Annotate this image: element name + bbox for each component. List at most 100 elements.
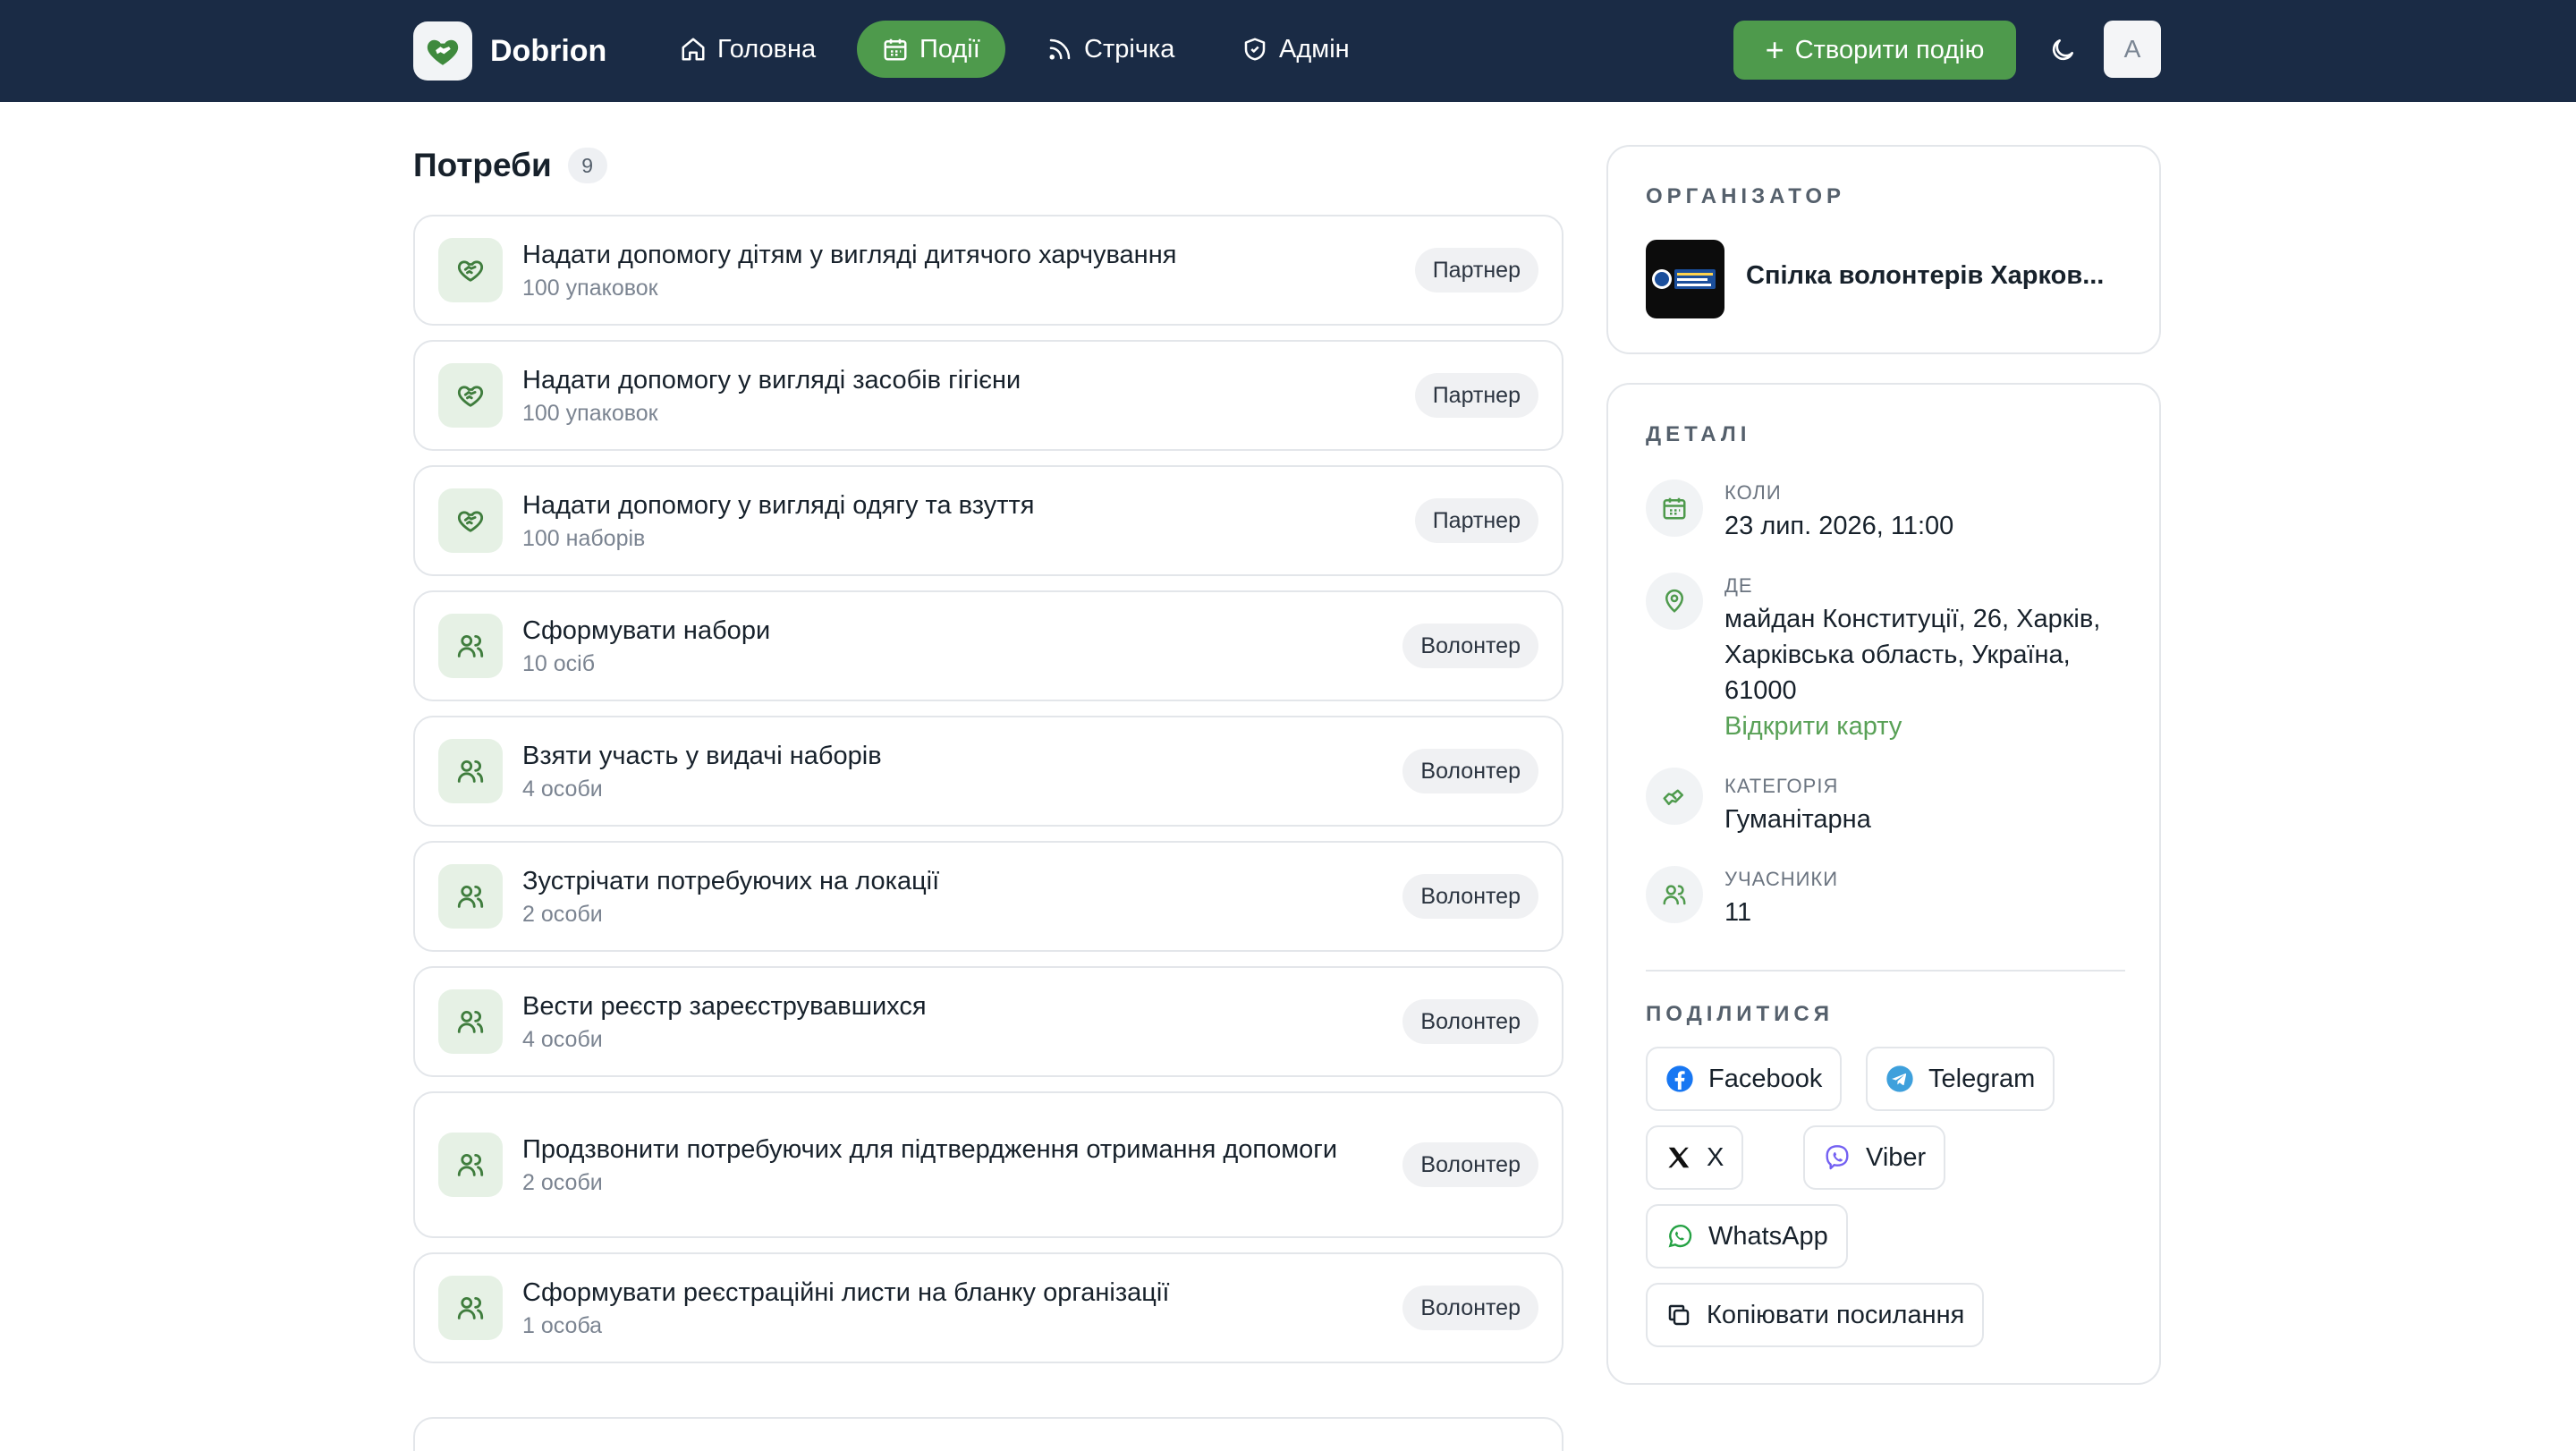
need-text: Надати допомогу у вигляді засобів гігієн… [522,362,1338,429]
map-pin-icon [1646,573,1703,630]
theme-toggle-button[interactable] [2041,29,2084,72]
need-role-badge: Волонтер [1402,1142,1538,1187]
nav-events-label: Події [919,34,980,64]
need-role-badge: Партнер [1414,248,1538,293]
brand[interactable]: Dobrion [413,21,606,81]
participants-key: УЧАСНИКИ [1724,868,1839,890]
share-whatsapp-button[interactable]: WhatsApp [1646,1204,1848,1269]
where-value-block: майдан Конституції, 26, Харків, Харківсь… [1724,601,2136,744]
need-card[interactable]: Надати допомогу у вигляді засобів гігієн… [413,340,1563,451]
share-label: ПОДІЛИТИСЯ [1646,1002,1834,1026]
need-role-badge: Партнер [1414,498,1538,543]
category-key: КАТЕГОРІЯ [1724,775,1839,797]
need-title: Взяти участь у видачі наборів [522,742,882,770]
nav-home-label: Головна [717,34,817,64]
share-whatsapp-label: WhatsApp [1708,1221,1828,1251]
organizer-logo[interactable] [1646,240,1724,318]
need-text: Взяти участь у видачі наборів 4 особи [522,738,1338,804]
needs-title: Потреби [413,147,552,183]
details-divider [1646,970,2125,972]
need-role-badge: Партнер [1414,373,1538,418]
need-card[interactable]: Зустрічати потребуючих на локації 2 особи… [413,841,1563,952]
category-icon [1646,768,1703,825]
need-card[interactable]: Сформувати набори 10 осіб Волонтер [413,590,1563,701]
share-facebook-button[interactable]: Facebook [1646,1047,1843,1111]
calendar-icon [1646,479,1703,537]
where-key: ДЕ [1724,574,1753,597]
need-title: Вести реєстр зареєструвавшихся [522,992,927,1021]
nav-admin-label: Адмін [1279,34,1350,64]
needs-section-header: Потреби 9 [413,147,607,184]
need-role-badge: Волонтер [1402,624,1538,668]
share-x-button[interactable]: X [1646,1125,1744,1190]
need-quantity: 100 упаковок [522,276,658,301]
share-viber-label: Viber [1866,1142,1927,1172]
nav-feed-label: Стрічка [1084,34,1175,64]
open-map-link[interactable]: Відкрити карту [1724,709,2136,744]
nav-admin[interactable]: Адмін [1216,21,1375,78]
need-text: Зустрічати потребуючих на локації 2 особи [522,863,1338,929]
need-quantity: 2 особи [522,902,603,927]
need-quantity: 4 особи [522,776,603,802]
category-value: Гуманітарна [1724,805,1871,834]
need-role-badge: Волонтер [1402,1286,1538,1330]
need-title: Надати допомогу у вигляді одягу та взутт… [522,491,1035,520]
organizer-name[interactable]: Спілка волонтерів Харков... [1746,261,2104,291]
copy-link-button[interactable]: Копіювати посилання [1646,1283,1985,1347]
nav-home[interactable]: Головна [655,21,841,78]
need-role-badge: Волонтер [1402,874,1538,919]
copy-link-label: Копіювати посилання [1707,1300,1965,1329]
users-icon [438,1276,503,1340]
participants-icon [1646,866,1703,923]
when-key: КОЛИ [1724,481,1782,504]
share-viber-button[interactable]: Viber [1803,1125,1946,1190]
need-title: Надати допомогу у вигляді засобів гігієн… [522,366,1021,395]
participants-value: 11 [1724,898,1752,927]
need-title: Надати допомогу дітям у вигляді дитячого… [522,241,1177,269]
handshake-icon [438,238,503,302]
organizer-label: ОРГАНІЗАТОР [1646,184,1846,208]
handshake-icon [438,488,503,553]
need-quantity: 10 осіб [522,651,596,676]
top-navbar: Dobrion Головна Події Стрічка Адмін + Ст… [0,0,2576,102]
facebook-icon [1666,1065,1693,1092]
organizer-card: ОРГАНІЗАТОР Спілка волонтерів Харков... [1606,145,2161,354]
need-quantity: 4 особи [522,1027,603,1052]
need-card[interactable]: Вести реєстр зареєструвавшихся 4 особи Вол… [413,966,1563,1077]
need-card[interactable]: Надати допомогу дітям у вигляді дитячого… [413,215,1563,326]
need-quantity: 100 упаковок [522,401,658,426]
need-quantity: 100 наборів [522,526,646,551]
users-icon [438,989,503,1054]
needs-count-badge: 9 [567,148,607,183]
user-avatar-button[interactable]: A [2104,21,2161,78]
brand-logo-icon [413,21,472,81]
share-telegram-label: Telegram [1928,1064,2036,1093]
avatar-initial: A [2123,35,2141,63]
need-title: Сформувати реєстраційні листи на бланку … [522,1278,1170,1307]
whatsapp-icon [1668,1225,1692,1248]
nav-feed[interactable]: Стрічка [1021,21,1199,78]
need-quantity: 2 особи [522,1170,603,1195]
need-card[interactable]: Взяти участь у видачі наборів 4 особи Воло… [413,716,1563,827]
need-text: Продзвонити потребуючих для підтвердженн… [522,1132,1338,1198]
need-title: Продзвонити потребуючих для підтвердженн… [522,1135,1338,1164]
details-card: ДЕТАЛІ КОЛИ 23 лип. 2026, 11:00 ДЕ майда… [1606,383,2161,1385]
plus-icon: + [1765,31,1784,68]
need-card[interactable]: Надати допомогу у вигляді одягу та взутт… [413,465,1563,576]
shield-icon [1244,38,1266,61]
create-event-label: Створити подію [1794,35,1985,64]
need-card[interactable]: Продзвонити потребуючих для підтвердженн… [413,1091,1563,1238]
users-icon [438,864,503,929]
share-telegram-button[interactable]: Telegram [1866,1047,2055,1111]
where-value: майдан Конституції, 26, Харків, Харківсь… [1724,605,2101,705]
moon-icon [2052,39,2073,61]
need-quantity: 1 особа [522,1313,603,1338]
need-role-badge: Волонтер [1402,749,1538,793]
share-facebook-label: Facebook [1708,1064,1823,1093]
need-text: Надати допомогу у вигляді одягу та взутт… [522,488,1338,554]
rss-icon [1049,38,1071,60]
create-event-button[interactable]: + Створити подію [1733,21,2016,80]
nav-events[interactable]: Події [857,21,1005,78]
need-card[interactable]: Сформувати реєстраційні листи на бланку … [413,1252,1563,1363]
need-role-badge: Волонтер [1402,999,1538,1044]
